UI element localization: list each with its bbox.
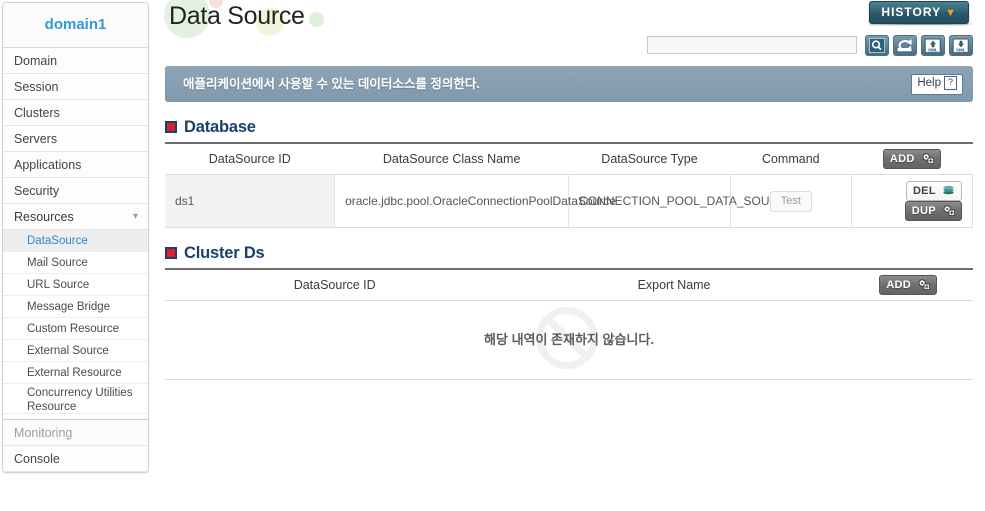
sidebar-item-url-source[interactable]: URL Source [3, 274, 148, 296]
main-content: Data Source HISTORY ▼ XML XML 애플리케이션에서 사… [151, 0, 985, 511]
empty-state: 해당 내역이 존재하지 않습니다. [165, 301, 973, 380]
delete-stack-icon [943, 185, 954, 195]
sidebar-item-servers[interactable]: Servers [3, 126, 148, 152]
section-marker-icon [165, 121, 177, 133]
sidebar-item-security[interactable]: Security [3, 178, 148, 204]
help-button-label: Help [917, 77, 941, 89]
column-header-datasource-id: DataSource ID [165, 142, 335, 175]
cell-datasource-id: ds1 [165, 174, 336, 228]
column-header-actions: ADD [843, 268, 973, 301]
question-mark-icon: ? [944, 76, 957, 90]
table-header-row: DataSource ID Export Name ADD [165, 268, 973, 301]
xml-download-icon[interactable]: XML [949, 35, 973, 56]
sidebar-subitem-label: Custom Resource [27, 323, 120, 335]
sidebar-item-datasource[interactable]: DataSource [3, 230, 148, 252]
database-table: DataSource ID DataSource Class Name Data… [165, 142, 974, 228]
chevron-down-icon: ▼ [945, 7, 957, 19]
sidebar-subitem-label: URL Source [27, 279, 90, 291]
column-header-datasource-type: DataSource Type [568, 142, 731, 175]
sidebar-item-label: Console [14, 452, 60, 466]
column-header-export-name: Export Name [504, 268, 844, 301]
column-header-class-name: DataSource Class Name [334, 142, 569, 175]
sidebar-subitem-label: External Resource [27, 367, 122, 379]
add-button[interactable]: ADD [879, 275, 938, 295]
sidebar-item-label: Domain [14, 54, 58, 68]
sidebar-item-monitoring[interactable]: Monitoring [3, 420, 148, 446]
sidebar-item-label: Session [14, 80, 59, 94]
notice-text: 애플리케이션에서 사용할 수 있는 데이터소스를 정의한다. [183, 77, 480, 91]
search-icon[interactable] [865, 35, 889, 56]
sidebar-item-clusters[interactable]: Clusters [3, 100, 148, 126]
sidebar-item-label: Monitoring [14, 426, 73, 440]
sidebar-subitem-label: DataSource [27, 235, 88, 247]
empty-state-text: 해당 내역이 존재하지 않습니다. [484, 332, 654, 347]
history-button[interactable]: HISTORY ▼ [869, 1, 969, 24]
sidebar: domain1 Domain Session Clusters Servers … [0, 0, 151, 511]
column-header-datasource-id: DataSource ID [165, 268, 505, 301]
sidebar-item-external-resource[interactable]: External Resource [3, 362, 148, 384]
column-header-command: Command [730, 142, 852, 175]
add-gear-icon [922, 153, 935, 165]
database-section-title: Database [184, 117, 256, 136]
search-input[interactable] [647, 36, 857, 54]
notice-bar: 애플리케이션에서 사용할 수 있는 데이터소스를 정의한다. Help? [165, 66, 973, 102]
sidebar-subitem-label: Concurrency Utilities Resource [27, 387, 133, 413]
sidebar-item-applications[interactable]: Applications [3, 152, 148, 178]
sidebar-subnav-resources: DataSource Mail Source URL Source Messag… [3, 230, 148, 420]
svg-text:XML: XML [928, 47, 938, 52]
sidebar-item-mail-source[interactable]: Mail Source [3, 252, 148, 274]
add-button-label: ADD [889, 153, 915, 165]
sidebar-item-label: Servers [14, 132, 58, 146]
table-header-row: DataSource ID DataSource Class Name Data… [165, 142, 973, 175]
sidebar-item-external-source[interactable]: External Source [3, 340, 148, 362]
cluster-ds-section-title: Cluster Ds [184, 243, 265, 262]
sidebar-item-label: Clusters [14, 106, 60, 120]
help-button[interactable]: Help? [911, 74, 963, 95]
xml-upload-icon[interactable]: XML [921, 35, 945, 56]
sidebar-panel: domain1 Domain Session Clusters Servers … [2, 2, 149, 473]
delete-button[interactable]: DEL [905, 181, 962, 201]
duplicate-button-label: DUP [911, 205, 936, 217]
add-button-label: ADD [886, 279, 912, 291]
sidebar-subitem-label: Message Bridge [27, 301, 111, 313]
duplicate-button[interactable]: DUP [904, 201, 962, 221]
history-button-label: HISTORY [881, 5, 942, 19]
svg-text:XML: XML [956, 47, 966, 52]
database-section: Database DataSource ID DataSource Class … [165, 112, 974, 228]
sidebar-item-session[interactable]: Session [3, 74, 148, 100]
page-title: Data Source [169, 2, 305, 30]
domain-title: domain1 [3, 3, 148, 48]
cluster-ds-table: DataSource ID Export Name ADD [165, 268, 973, 301]
sidebar-subitem-label: Mail Source [27, 257, 88, 269]
sidebar-item-label: Applications [14, 158, 82, 172]
delete-button-label: DEL [912, 185, 936, 197]
sidebar-subitem-label: External Source [27, 345, 109, 357]
section-marker-icon [165, 247, 177, 259]
duplicate-gear-icon [943, 205, 956, 217]
table-row[interactable]: ds1 oracle.jdbc.pool.OracleConnectionPoo… [165, 174, 974, 228]
cell-datasource-type: CONNECTION_POOL_DATA_SOURCE [568, 174, 795, 228]
sidebar-item-console[interactable]: Console [3, 446, 148, 472]
sidebar-item-custom-resource[interactable]: Custom Resource [3, 318, 148, 340]
decorative-circle-green-small [309, 12, 324, 27]
cluster-ds-section: Cluster Ds DataSource ID Export Name ADD [165, 238, 973, 380]
sidebar-item-concurrency-utilities-resource[interactable]: Concurrency Utilities Resource [3, 384, 148, 414]
chevron-down-icon: ▾ [132, 211, 138, 222]
search-toolbar: XML XML [151, 34, 985, 60]
refresh-icon[interactable] [893, 35, 917, 56]
add-button[interactable]: ADD [882, 149, 941, 169]
add-gear-icon [918, 279, 931, 291]
test-button[interactable]: Test [769, 190, 812, 212]
page-header: Data Source HISTORY ▼ [151, 0, 985, 38]
cell-class-name: oracle.jdbc.pool.OracleConnectionPoolDat… [334, 174, 616, 228]
sidebar-item-domain[interactable]: Domain [3, 48, 148, 74]
sidebar-item-message-bridge[interactable]: Message Bridge [3, 296, 148, 318]
database-section-header: Database [165, 112, 973, 142]
column-header-actions: ADD [851, 142, 973, 175]
cluster-ds-section-header: Cluster Ds [165, 238, 973, 268]
cell-actions: DEL DUP [851, 174, 974, 228]
sidebar-item-label: Security [14, 184, 60, 198]
sidebar-item-label: Resources [14, 210, 74, 224]
sidebar-item-resources[interactable]: Resources ▾ [3, 204, 148, 230]
